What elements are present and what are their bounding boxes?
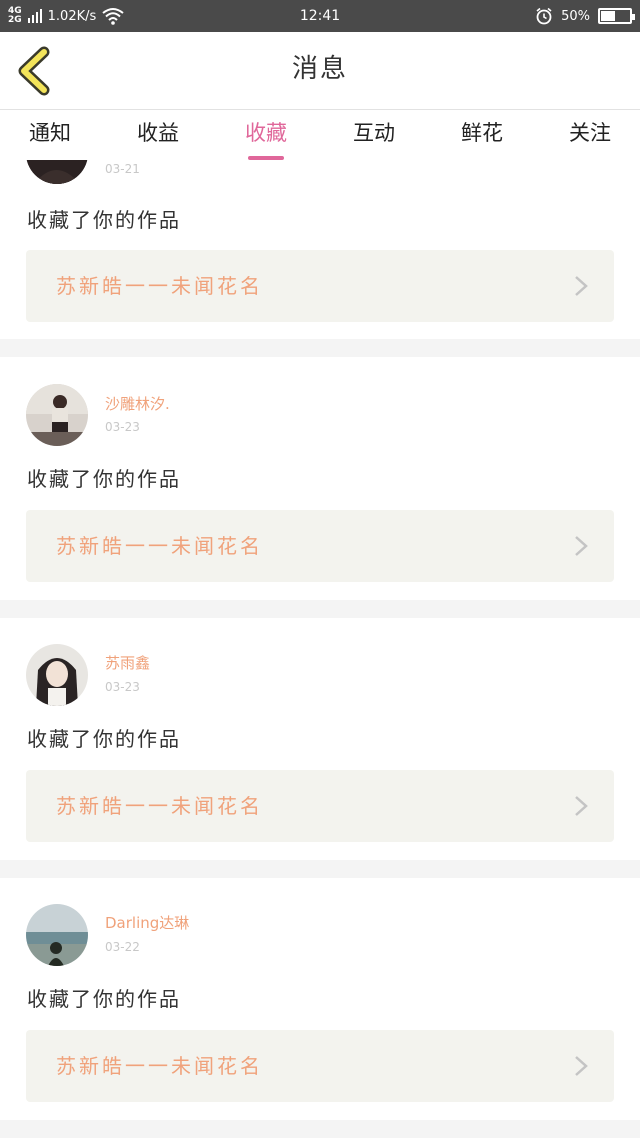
favorites-feed[interactable]: 03-21 收藏了你的作品 苏新皓一一未闻花名 沙雕林汐. 03-23 收藏了你… bbox=[0, 160, 640, 1138]
avatar-girl-back-icon[interactable] bbox=[26, 384, 88, 446]
chevron-right-icon bbox=[575, 1056, 588, 1076]
tab-flowers[interactable]: 鲜花 bbox=[454, 110, 510, 160]
tab-interaction[interactable]: 互动 bbox=[346, 110, 402, 160]
activity-message: 收藏了你的作品 bbox=[27, 467, 181, 491]
avatar-dark-icon[interactable] bbox=[26, 160, 88, 184]
user-name[interactable]: 苏雨鑫 bbox=[105, 652, 150, 673]
activity-message: 收藏了你的作品 bbox=[27, 987, 181, 1011]
activity-message: 收藏了你的作品 bbox=[27, 727, 181, 751]
tab-following[interactable]: 关注 bbox=[562, 110, 618, 160]
battery-level bbox=[601, 11, 615, 21]
post-date: 03-23 bbox=[105, 420, 140, 434]
tab-bar: 通知 收益 收藏 互动 鲜花 关注 bbox=[0, 110, 640, 160]
work-link[interactable]: 苏新皓一一未闻花名 bbox=[26, 1030, 614, 1102]
list-item[interactable]: 沙雕林汐. 03-23 收藏了你的作品 苏新皓一一未闻花名 bbox=[0, 357, 640, 600]
work-link[interactable]: 苏新皓一一未闻花名 bbox=[26, 770, 614, 842]
avatar-girl-portrait-icon[interactable] bbox=[26, 644, 88, 706]
status-right: 50% bbox=[535, 0, 635, 32]
user-name[interactable]: 沙雕林汐. bbox=[105, 393, 170, 414]
status-bar: 4G 2G 1.02K/s 12:41 50% bbox=[0, 0, 640, 32]
post-date: 03-23 bbox=[105, 680, 140, 694]
activity-message: 收藏了你的作品 bbox=[27, 208, 181, 232]
chevron-right-icon bbox=[575, 536, 588, 556]
battery-icon bbox=[598, 8, 635, 24]
post-date: 03-22 bbox=[105, 940, 140, 954]
post-date: 03-21 bbox=[105, 162, 140, 176]
user-name[interactable]: Darling达琳 bbox=[105, 912, 189, 933]
list-item[interactable]: Darling达琳 03-22 收藏了你的作品 苏新皓一一未闻花名 bbox=[0, 878, 640, 1120]
battery-percent: 50% bbox=[561, 8, 590, 24]
chevron-right-icon bbox=[575, 796, 588, 816]
list-item[interactable]: 苏雨鑫 03-23 收藏了你的作品 苏新皓一一未闻花名 bbox=[0, 618, 640, 860]
work-link[interactable]: 苏新皓一一未闻花名 bbox=[26, 250, 614, 322]
work-title: 苏新皓一一未闻花名 bbox=[56, 794, 263, 818]
work-link[interactable]: 苏新皓一一未闻花名 bbox=[26, 510, 614, 582]
nav-header: 消息 bbox=[0, 32, 640, 110]
work-title: 苏新皓一一未闻花名 bbox=[56, 1054, 263, 1078]
work-title: 苏新皓一一未闻花名 bbox=[56, 274, 263, 298]
tab-favorites[interactable]: 收藏 bbox=[238, 110, 294, 160]
page-title: 消息 bbox=[291, 54, 348, 84]
work-title: 苏新皓一一未闻花名 bbox=[56, 534, 263, 558]
chevron-right-icon bbox=[575, 276, 588, 296]
tab-notification[interactable]: 通知 bbox=[22, 110, 78, 160]
tab-earnings[interactable]: 收益 bbox=[130, 110, 186, 160]
alarm-icon bbox=[536, 7, 552, 25]
list-item[interactable]: 03-21 收藏了你的作品 苏新皓一一未闻花名 bbox=[0, 160, 640, 339]
avatar-beach-icon[interactable] bbox=[26, 904, 88, 966]
